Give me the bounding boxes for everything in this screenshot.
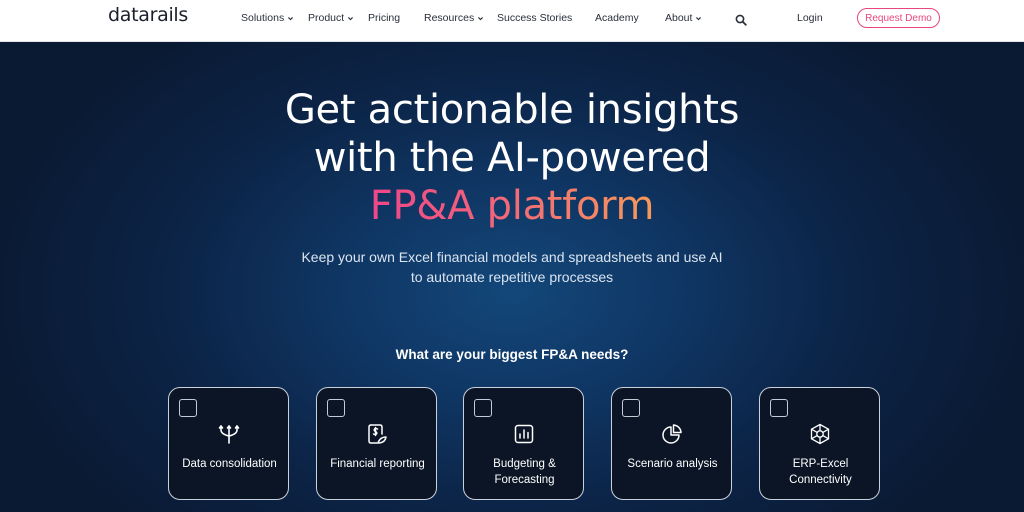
subheadline-line-2: to automate repetitive processes [410,269,614,285]
need-checkbox[interactable] [770,399,788,417]
need-label-line-1: Financial reporting [330,458,425,470]
nav-item-success-stories[interactable]: Success Stories [497,12,572,24]
need-label-line-2: Forecasting [494,474,555,486]
bar-chart-icon [512,422,536,446]
need-label-line-1: Scenario analysis [627,458,718,470]
nav-item-about[interactable]: About [665,12,702,24]
search-icon[interactable] [735,13,747,26]
need-label-line-1: ERP-Excel [792,458,849,470]
need-card-scenario-analysis[interactable]: Scenario analysis [611,387,732,500]
needs-question: What are your biggest FP&A needs? [395,347,629,362]
need-label-line-1: Budgeting & [493,458,556,470]
nav-item-label: Academy [595,12,639,24]
need-checkbox[interactable] [179,399,197,417]
need-checkbox[interactable] [622,399,640,417]
hero-headline: Get actionable insights with the AI-powe… [0,86,1024,230]
chevron-down-icon [695,15,702,22]
need-label: Budgeting & Forecasting [468,456,581,488]
nav-item-label: Pricing [368,12,401,24]
top-nav-bar: datarails Solutions Product Pricing Reso… [0,0,1024,42]
chevron-down-icon [287,15,294,22]
nav-item-academy[interactable]: Academy [595,12,639,24]
nav-item-resources[interactable]: Resources [424,12,484,24]
headline-line-2: with the AI-powered [313,135,711,181]
need-label-line-1: Data consolidation [182,458,277,470]
chevron-down-icon [477,15,484,22]
nav-item-label: Success Stories [497,12,573,24]
need-checkbox[interactable] [474,399,492,417]
need-card-financial-reporting[interactable]: Financial reporting [316,387,437,500]
need-label: Financial reporting [321,456,434,472]
nav-item-label: Resources [424,12,475,24]
chevron-down-icon [347,15,354,22]
login-link[interactable]: Login [797,12,823,24]
hero-subheadline: Keep your own Excel financial models and… [0,247,1024,287]
need-label-line-2: Connectivity [789,474,852,486]
need-card-budgeting-forecasting[interactable]: Budgeting & Forecasting [463,387,584,500]
need-card-erp-excel-connectivity[interactable]: ERP-Excel Connectivity [759,387,880,500]
headline-line-1: Get actionable insights [284,87,740,133]
nav-item-label: Solutions [241,12,285,24]
headline-accent: FP&A platform [369,183,655,229]
subheadline-line-1: Keep your own Excel financial models and… [301,249,723,265]
nav-item-product[interactable]: Product [308,12,354,24]
nav-item-label: About [665,12,693,24]
need-label: ERP-Excel Connectivity [764,456,877,488]
nav-item-label: Product [308,12,345,24]
request-demo-button[interactable]: Request Demo [857,8,940,28]
merge-arrows-icon [217,422,241,446]
need-checkbox[interactable] [327,399,345,417]
need-card-data-consolidation[interactable]: Data consolidation [168,387,289,500]
need-label: Scenario analysis [616,456,729,472]
nav-item-pricing[interactable]: Pricing [368,12,400,24]
hero-section: Get actionable insights with the AI-powe… [0,42,1024,512]
pie-chart-icon [660,422,684,446]
network-hub-icon [808,422,832,446]
nav-item-solutions[interactable]: Solutions [241,12,294,24]
need-label: Data consolidation [173,456,286,472]
dollar-document-icon [365,422,389,446]
